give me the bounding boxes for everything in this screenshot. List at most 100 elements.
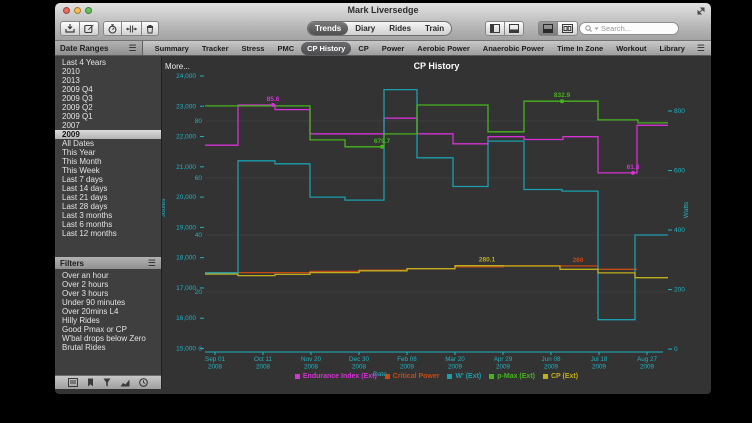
filter-item[interactable]: Brutal Rides (55, 343, 161, 352)
chart-panel: More... CP History 24,00023,00022,00021,… (162, 56, 711, 389)
tab-cp-history[interactable]: CP History (301, 42, 351, 55)
axis-tick-label: Feb 08 (397, 356, 417, 363)
axis-tick-label: 21,000 (176, 164, 196, 171)
axis-tick-label: 2008 (208, 364, 223, 371)
single-view-button[interactable] (538, 21, 557, 36)
date-range-item[interactable]: 2010 (55, 67, 161, 76)
legend-label: W' (Ext) (455, 373, 481, 380)
tabs-menu[interactable]: ☰ (691, 41, 711, 55)
toggle-sidebar-button[interactable] (485, 21, 504, 36)
date-range-item[interactable]: Last 4 Years (55, 58, 161, 67)
tab-tracker[interactable]: Tracker (196, 42, 235, 55)
annotation-dot (631, 171, 635, 175)
date-range-item[interactable]: Last 6 months (55, 220, 161, 229)
annotation-label: 260 (573, 257, 584, 264)
panel-icon[interactable] (68, 378, 78, 387)
title-bar[interactable]: Mark Liversedge (55, 3, 711, 18)
toggle-bottombar-button[interactable] (504, 21, 524, 36)
filter-item[interactable]: Over 3 hours (55, 289, 161, 298)
filter-item[interactable]: Over an hour (55, 271, 161, 280)
legend-item: Critical Power (385, 373, 440, 380)
split-view-button[interactable] (121, 21, 141, 36)
axis-tick-label: Jun 08 (542, 356, 561, 363)
lowbar-icon (543, 24, 553, 33)
axis-tick-label: 200 (674, 287, 685, 294)
date-range-item[interactable]: 2009 (55, 130, 161, 139)
axis-tick-label: 0 (198, 346, 202, 353)
date-range-item[interactable]: This Month (55, 157, 161, 166)
search-input[interactable]: Search... (579, 22, 679, 35)
compose-button[interactable] (79, 21, 99, 36)
filter-item[interactable]: Over 2 hours (55, 280, 161, 289)
date-range-item[interactable]: 2013 (55, 76, 161, 85)
filter-item[interactable]: Over 20mins L4 (55, 307, 161, 316)
date-range-item[interactable]: 2009 Q3 (55, 94, 161, 103)
date-ranges-header[interactable]: Date Ranges ☰ (55, 41, 143, 55)
tab-stress[interactable]: Stress (236, 42, 271, 55)
bookmark-icon[interactable] (87, 378, 94, 387)
axis-tick-label: 16,000 (176, 315, 196, 322)
tab-time-in-zone[interactable]: Time In Zone (551, 42, 609, 55)
legend-item: Endurance Index (Ext) (295, 373, 377, 380)
search-scope-chevron-icon[interactable] (594, 27, 599, 31)
filters-header[interactable]: Filters ☰ (55, 257, 161, 269)
tab-workout[interactable]: Workout (610, 42, 652, 55)
tab-pmc[interactable]: PMC (271, 42, 300, 55)
filter-item[interactable]: W'bal drops below Zero (55, 334, 161, 343)
clock-icon[interactable] (139, 378, 148, 387)
tab-library[interactable]: Library (653, 42, 690, 55)
filter-list: Over an hourOver 2 hoursOver 3 hoursUnde… (55, 271, 161, 352)
funnel-icon[interactable] (103, 378, 111, 387)
menu-icon[interactable]: ☰ (148, 260, 156, 266)
fullscreen-icon[interactable] (697, 7, 705, 15)
date-range-item[interactable]: Last 14 days (55, 184, 161, 193)
axis-tick-label: 20 (195, 289, 203, 296)
activity-button-group (103, 21, 159, 36)
date-range-item[interactable]: 2009 Q4 (55, 85, 161, 94)
date-range-item[interactable]: This Year (55, 148, 161, 157)
tab-summary[interactable]: Summary (149, 42, 195, 55)
cp-history-chart[interactable]: 24,00023,00022,00021,00020,00019,00018,0… (162, 56, 710, 389)
annotation-label: 679.7 (374, 138, 391, 145)
annotation-label: 85.6 (267, 96, 280, 103)
import-button[interactable] (60, 21, 79, 36)
filter-item[interactable]: Hilly Rides (55, 316, 161, 325)
tab-aerobic-power[interactable]: Aerobic Power (411, 42, 476, 55)
axis-tick-label: 2009 (544, 364, 559, 371)
stopwatch-button[interactable] (103, 21, 121, 36)
view-tab-rides[interactable]: Rides (382, 22, 418, 35)
date-range-item[interactable]: Last 3 months (55, 211, 161, 220)
view-tab-trends[interactable]: Trends (308, 22, 348, 35)
sidebar-toggle-group (485, 21, 524, 36)
tab-power[interactable]: Power (376, 42, 411, 55)
date-range-item[interactable]: Last 12 months (55, 229, 161, 238)
view-selector: TrendsDiaryRidesTrain (307, 21, 452, 36)
date-range-item[interactable]: Last 28 days (55, 202, 161, 211)
date-range-item[interactable]: 2009 Q1 (55, 112, 161, 121)
legend-swatch (385, 374, 390, 379)
filters-header-label: Filters (60, 259, 148, 268)
annotation-label: 61.8 (627, 164, 640, 171)
annotation-label: 832.9 (554, 92, 571, 99)
tab-anaerobic-power[interactable]: Anaerobic Power (477, 42, 550, 55)
window-title: Mark Liversedge (55, 5, 711, 15)
menu-icon[interactable]: ☰ (129, 45, 137, 51)
date-range-item[interactable]: Last 21 days (55, 193, 161, 202)
date-range-item[interactable]: Last 7 days (55, 175, 161, 184)
chart-icon[interactable] (120, 378, 130, 387)
annotation-dot (271, 103, 275, 107)
axis-tick-label: 2008 (352, 364, 367, 371)
date-range-item[interactable]: This Week (55, 166, 161, 175)
date-range-item[interactable]: 2007 (55, 121, 161, 130)
date-range-item[interactable]: All Dates (55, 139, 161, 148)
view-tab-diary[interactable]: Diary (348, 22, 382, 35)
view-tab-train[interactable]: Train (418, 22, 451, 35)
axis-tick-label: Apr 29 (494, 356, 513, 363)
trash-button[interactable] (141, 21, 159, 36)
annotation-label: 280.1 (479, 257, 496, 264)
filter-item[interactable]: Under 90 minutes (55, 298, 161, 307)
tiled-view-button[interactable] (557, 21, 578, 36)
tab-cp[interactable]: CP (352, 42, 374, 55)
filter-item[interactable]: Good Pmax or CP (55, 325, 161, 334)
date-range-item[interactable]: 2009 Q2 (55, 103, 161, 112)
